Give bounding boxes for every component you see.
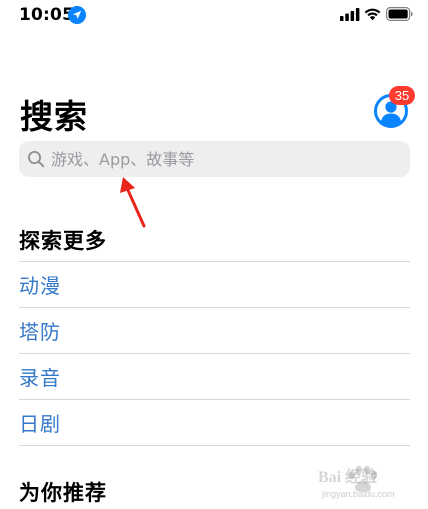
wifi-icon (364, 8, 381, 21)
battery-icon (386, 7, 413, 21)
status-time: 10:05 (19, 5, 75, 25)
cellular-signal-icon (340, 8, 360, 21)
notification-badge: 35 (389, 86, 415, 105)
watermark-url: jingyan.baidu.com (322, 489, 395, 499)
explore-item-label: 录音 (19, 366, 61, 390)
search-bar[interactable] (19, 141, 410, 177)
watermark-brand: Bai 经验 (318, 469, 378, 486)
explore-item-japanese-drama[interactable]: 日剧 (19, 400, 410, 446)
status-bar: 10:05 (0, 0, 428, 34)
explore-list: 动漫 塔防 录音 日剧 (19, 261, 410, 446)
explore-item-label: 动漫 (19, 274, 61, 298)
location-arrow-icon (68, 6, 86, 24)
explore-item-anime[interactable]: 动漫 (19, 262, 410, 308)
search-input[interactable] (51, 141, 401, 177)
red-arrow-annotation (120, 177, 146, 228)
explore-item-recording[interactable]: 录音 (19, 354, 410, 400)
explore-item-label: 日剧 (19, 412, 61, 436)
explore-item-tower-defense[interactable]: 塔防 (19, 308, 410, 354)
explore-item-label: 塔防 (19, 320, 61, 344)
recommended-heading: 为你推荐 (19, 481, 107, 505)
search-icon (28, 151, 45, 168)
page-title: 搜索 (20, 97, 88, 136)
explore-more-heading: 探索更多 (19, 229, 107, 253)
